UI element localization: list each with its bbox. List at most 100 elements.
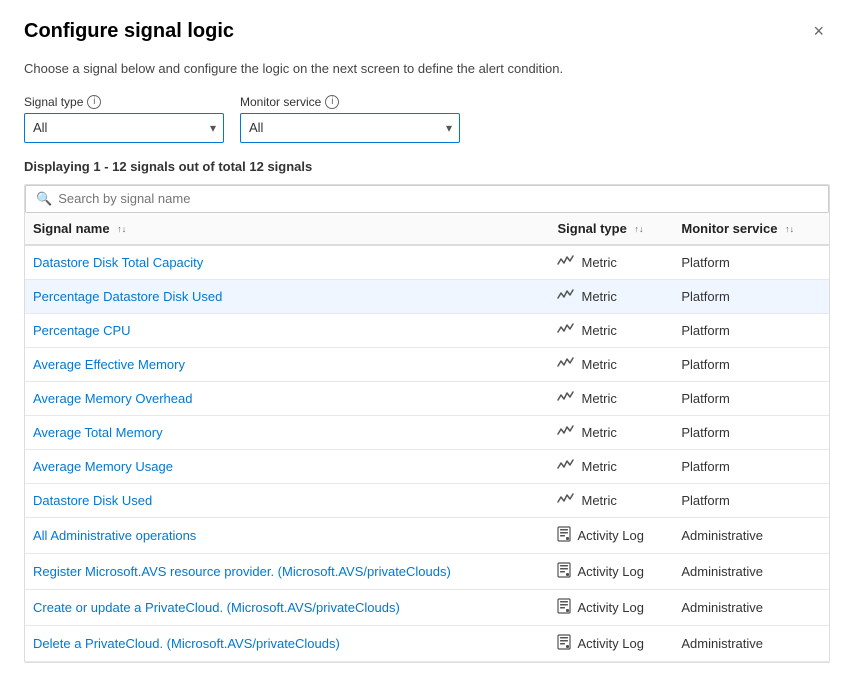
monitor-service-cell: Platform xyxy=(673,245,829,280)
table-row: Datastore Disk Used MetricPlatform xyxy=(25,483,829,517)
signal-name-link[interactable]: Percentage CPU xyxy=(33,323,131,338)
table-row: Percentage CPU Metric Platform xyxy=(25,313,829,347)
signal-type-cell: Activity Log xyxy=(549,553,673,589)
monitor-service-cell: Administrative xyxy=(673,625,829,661)
configure-signal-dialog: Configure signal logic × Choose a signal… xyxy=(0,0,854,687)
signal-type-select-wrapper: All Metric Activity Log ▾ xyxy=(24,113,224,143)
metric-icon xyxy=(557,458,575,475)
signal-type-cell: Metric xyxy=(549,279,673,313)
signal-name-link[interactable]: Delete a PrivateCloud. (Microsoft.AVS/pr… xyxy=(33,636,340,651)
signal-name-link[interactable]: Average Memory Overhead xyxy=(33,391,192,406)
signal-type-cell: Metric xyxy=(549,347,673,381)
signal-name-link[interactable]: Average Effective Memory xyxy=(33,357,185,372)
signal-name-link[interactable]: Register Microsoft.AVS resource provider… xyxy=(33,564,451,579)
monitor-service-select-wrapper: All Platform Administrative ▾ xyxy=(240,113,460,143)
signal-type-select[interactable]: All Metric Activity Log xyxy=(24,113,224,143)
col-monitor-service: Monitor service ↑↓ xyxy=(673,213,829,245)
signal-type-text: Metric xyxy=(581,425,616,440)
signal-table-container: 🔍 Signal name ↑↓ Signal type ↑↓ Monitor … xyxy=(24,184,830,663)
metric-icon xyxy=(557,322,575,339)
signal-type-cell: Metric xyxy=(549,381,673,415)
signal-name-sort-icon[interactable]: ↑↓ xyxy=(117,224,126,234)
signal-type-cell: Activity Log xyxy=(549,589,673,625)
table-row: Delete a PrivateCloud. (Microsoft.AVS/pr… xyxy=(25,625,829,661)
metric-icon xyxy=(557,492,575,509)
close-button[interactable]: × xyxy=(807,20,830,42)
signal-name-cell: Register Microsoft.AVS resource provider… xyxy=(25,553,549,589)
signal-table: Signal name ↑↓ Signal type ↑↓ Monitor se… xyxy=(25,213,829,662)
activity-log-icon xyxy=(557,562,571,581)
dialog-title: Configure signal logic xyxy=(24,20,234,43)
signal-name-cell: Average Memory Overhead xyxy=(25,381,549,415)
monitor-service-select[interactable]: All Platform Administrative xyxy=(240,113,460,143)
monitor-service-filter: Monitor service i All Platform Administr… xyxy=(240,95,460,143)
metric-icon xyxy=(557,390,575,407)
activity-log-icon xyxy=(557,634,571,653)
signal-type-text: Metric xyxy=(581,357,616,372)
signal-name-cell: Delete a PrivateCloud. (Microsoft.AVS/pr… xyxy=(25,625,549,661)
monitor-service-cell: Administrative xyxy=(673,553,829,589)
signal-type-text: Activity Log xyxy=(577,600,643,615)
table-row: All Administrative operations Activity Lo… xyxy=(25,517,829,553)
monitor-service-cell: Platform xyxy=(673,381,829,415)
signal-name-cell: Datastore Disk Total Capacity xyxy=(25,245,549,280)
signal-type-cell: Metric xyxy=(549,245,673,280)
table-row: Average Memory Usage Metric Platform xyxy=(25,449,829,483)
table-header-row: Signal name ↑↓ Signal type ↑↓ Monitor se… xyxy=(25,213,829,245)
metric-icon xyxy=(557,288,575,305)
signal-type-cell: Metric xyxy=(549,449,673,483)
search-input[interactable] xyxy=(58,191,818,206)
signal-name-link[interactable]: Percentage Datastore Disk Used xyxy=(33,289,222,304)
dialog-header: Configure signal logic × xyxy=(24,20,830,43)
metric-icon xyxy=(557,356,575,373)
signal-name-link[interactable]: Average Memory Usage xyxy=(33,459,173,474)
monitor-service-cell: Platform xyxy=(673,483,829,517)
signal-name-cell: Average Memory Usage xyxy=(25,449,549,483)
signal-type-cell: Metric xyxy=(549,483,673,517)
monitor-service-cell: Platform xyxy=(673,279,829,313)
activity-log-icon xyxy=(557,598,571,617)
monitor-service-cell: Platform xyxy=(673,415,829,449)
signal-type-text: Metric xyxy=(581,391,616,406)
monitor-service-cell: Administrative xyxy=(673,517,829,553)
signal-type-filter: Signal type i All Metric Activity Log ▾ xyxy=(24,95,224,143)
metric-icon xyxy=(557,254,575,271)
signal-name-cell: Datastore Disk Used xyxy=(25,483,549,517)
col-signal-name: Signal name ↑↓ xyxy=(25,213,549,245)
table-row: Register Microsoft.AVS resource provider… xyxy=(25,553,829,589)
signal-type-cell: Metric xyxy=(549,313,673,347)
metric-icon xyxy=(557,424,575,441)
monitor-service-cell: Administrative xyxy=(673,589,829,625)
signal-name-link[interactable]: Average Total Memory xyxy=(33,425,163,440)
activity-log-icon xyxy=(557,526,571,545)
signal-type-text: Activity Log xyxy=(577,564,643,579)
signal-name-cell: Average Effective Memory xyxy=(25,347,549,381)
table-body: Datastore Disk Total CapacityMetricPlatf… xyxy=(25,245,829,662)
table-row: Average Total Memory Metric Platform xyxy=(25,415,829,449)
monitor-service-cell: Platform xyxy=(673,449,829,483)
signal-type-text: Metric xyxy=(581,459,616,474)
table-row: Average Effective Memory Metric Platform xyxy=(25,347,829,381)
signal-name-link[interactable]: Create or update a PrivateCloud. (Micros… xyxy=(33,600,400,615)
signal-name-link[interactable]: All Administrative operations xyxy=(33,528,196,543)
monitor-service-cell: Platform xyxy=(673,347,829,381)
description-text: Choose a signal below and configure the … xyxy=(24,59,830,79)
signal-type-info-icon[interactable]: i xyxy=(87,95,101,109)
signal-type-text: Metric xyxy=(581,289,616,304)
search-box: 🔍 xyxy=(25,185,829,213)
signal-name-link[interactable]: Datastore Disk Used xyxy=(33,493,152,508)
table-row: Average Memory Overhead Metric Platform xyxy=(25,381,829,415)
signal-type-sort-icon[interactable]: ↑↓ xyxy=(634,224,643,234)
signal-name-link[interactable]: Datastore Disk Total Capacity xyxy=(33,255,203,270)
table-row: Percentage Datastore Disk Used Metric Plat… xyxy=(25,279,829,313)
filters-row: Signal type i All Metric Activity Log ▾ … xyxy=(24,95,830,143)
monitor-service-sort-icon[interactable]: ↑↓ xyxy=(785,224,794,234)
signal-type-text: Metric xyxy=(581,323,616,338)
signal-name-cell: Percentage CPU xyxy=(25,313,549,347)
signal-type-text: Activity Log xyxy=(577,528,643,543)
table-row: Datastore Disk Total Capacity MetricPlatf… xyxy=(25,245,829,280)
signal-name-cell: Average Total Memory xyxy=(25,415,549,449)
monitor-service-info-icon[interactable]: i xyxy=(325,95,339,109)
monitor-service-cell: Platform xyxy=(673,313,829,347)
signal-type-cell: Metric xyxy=(549,415,673,449)
